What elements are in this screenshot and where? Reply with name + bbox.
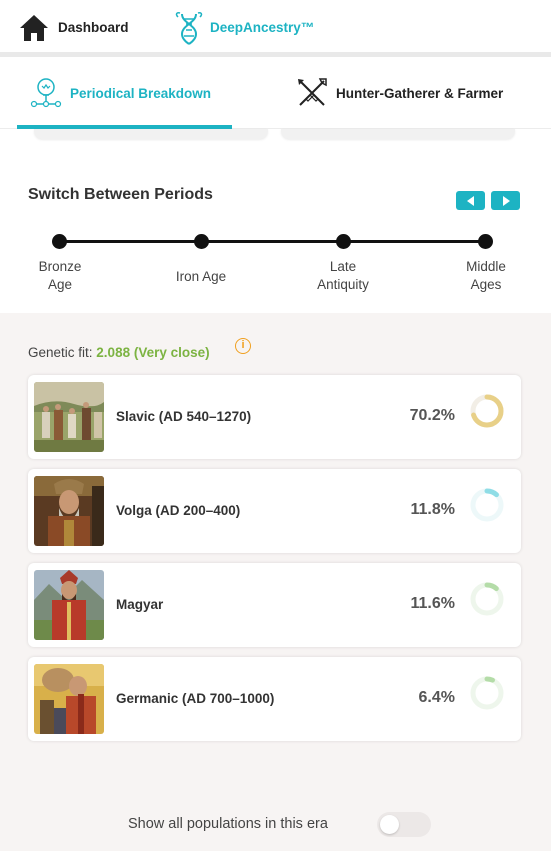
population-name: Slavic (AD 540–1270) [116,409,252,424]
arrow-left-icon [466,195,474,206]
subtab-periodical-breakdown[interactable]: Periodical Breakdown [30,57,211,129]
population-image [34,476,104,546]
population-image [34,570,104,640]
genetic-fit-value: 2.088 (Very close) [96,345,210,360]
period-label-bronze-age[interactable]: Bronze Age [10,258,110,294]
subtab-hunter-gatherer-farmer[interactable]: Hunter-Gatherer & Farmer [296,57,503,129]
top-nav: Dashboard DeepAncestry™ [0,0,551,56]
population-name: Magyar [116,597,164,612]
population-card[interactable]: Slavic (AD 540–1270) 70.2% [28,375,521,459]
population-percent: 6.4% [418,689,455,706]
period-label-late-antiquity[interactable]: Late Antiquity [293,258,393,294]
population-card[interactable]: Germanic (AD 700–1000) 6.4% [28,657,521,741]
population-name: Volga (AD 200–400) [116,503,241,518]
population-percent: 70.2% [409,407,455,424]
periods-title: Switch Between Periods [28,186,213,203]
show-all-populations-label: Show all populations in this era [128,816,328,832]
period-label-iron-age[interactable]: Iron Age [151,268,251,286]
population-ring [470,488,504,522]
population-ring [470,394,504,428]
bulb-network-icon [30,78,62,108]
population-name: Germanic (AD 700–1000) [116,691,275,706]
previous-card-edge [281,129,515,139]
period-dot-bronze-age[interactable] [52,234,67,249]
prev-period-button[interactable] [456,191,485,210]
population-image [34,664,104,734]
population-percent: 11.6% [410,595,455,612]
info-icon[interactable]: i [235,338,251,354]
next-period-button[interactable] [491,191,520,210]
population-card[interactable]: Volga (AD 200–400) 11.8% [28,469,521,553]
period-label-middle-ages[interactable]: Middle Ages [436,258,536,294]
home-icon [20,14,48,41]
show-all-populations-toggle[interactable] [377,812,431,837]
genetic-fit: Genetic fit: 2.088 (Very close) [28,345,210,360]
subtab-periodical-label: Periodical Breakdown [70,85,212,101]
genetic-fit-label: Genetic fit: [28,345,93,360]
population-percent: 11.8% [410,501,455,518]
tab-deepancestry-label: DeepAncestry™ [210,20,315,35]
tab-deepancestry[interactable]: DeepAncestry™ [168,0,332,56]
population-ring [470,582,504,616]
population-card[interactable]: Magyar 11.6% [28,563,521,647]
tab-dashboard-label: Dashboard [58,20,129,35]
arrow-right-icon [502,195,510,206]
previous-card-edge [34,129,268,139]
ring-track [470,676,504,710]
population-image [34,382,104,452]
crossed-tools-icon [298,78,327,106]
toggle-knob [380,815,399,834]
population-ring [470,676,504,710]
period-dot-middle-ages[interactable] [478,234,493,249]
period-timeline [60,240,486,243]
subtab-hunter-label: Hunter-Gatherer & Farmer [336,85,504,101]
period-dot-late-antiquity[interactable] [336,234,351,249]
dna-icon [175,11,203,45]
sub-nav: Periodical Breakdown Hunter-Gatherer & F… [0,57,551,129]
tab-dashboard[interactable]: Dashboard [18,0,129,55]
period-dot-iron-age[interactable] [194,234,209,249]
